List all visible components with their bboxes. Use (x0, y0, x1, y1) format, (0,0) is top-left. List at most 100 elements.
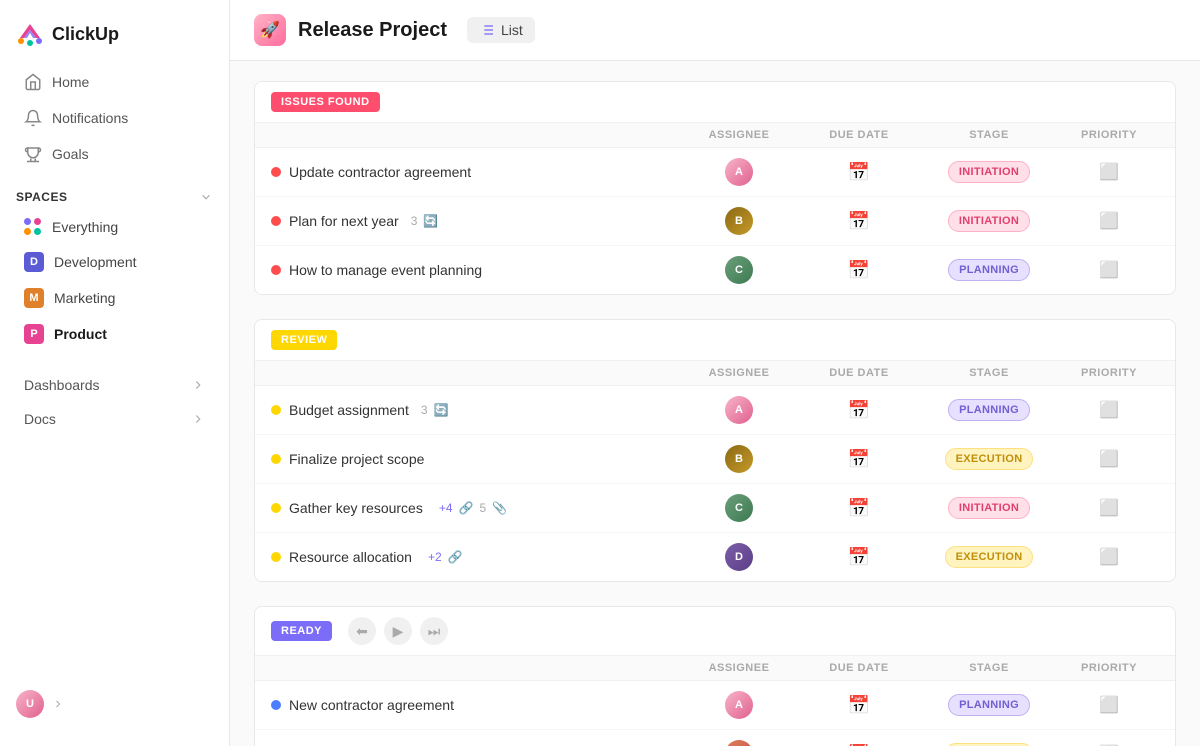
task-name[interactable]: Resource allocation (289, 549, 412, 565)
assignee-cell: B (679, 207, 799, 235)
task-name[interactable]: Update contractor agreement (289, 164, 471, 180)
due-date-cell[interactable]: 📅 (799, 547, 919, 568)
assignee-cell: A (679, 396, 799, 424)
task-meta: +4 🔗 5 📎 (435, 501, 507, 515)
due-date-cell[interactable]: 📅 (799, 449, 919, 470)
sidebar-item-marketing[interactable]: M Marketing (8, 281, 221, 315)
col-headers-ready: ASSIGNEE DUE DATE STAGE PRIORITY (255, 656, 1175, 681)
task-name[interactable]: Finalize project scope (289, 451, 424, 467)
task-count: 3 (421, 403, 428, 417)
priority-icon: ⬜ (1099, 449, 1119, 469)
stage-badge[interactable]: INITIATION (948, 497, 1030, 519)
col-stage: STAGE (919, 129, 1059, 141)
task-name[interactable]: New contractor agreement (289, 697, 454, 713)
due-date-cell[interactable]: 📅 (799, 211, 919, 232)
view-selector[interactable]: List (467, 17, 535, 43)
sidebar-everything-label: Everything (52, 219, 118, 235)
content-area: ISSUES FOUND ASSIGNEE DUE DATE STAGE PRI… (230, 61, 1200, 746)
stage-badge[interactable]: PLANNING (948, 259, 1030, 281)
project-icon: 🚀 (254, 14, 286, 46)
sidebar-item-home[interactable]: Home (8, 65, 221, 99)
due-date-cell[interactable]: 📅 (799, 260, 919, 281)
toolbar-btn-3[interactable]: ⏭ (420, 617, 448, 645)
stage-badge[interactable]: INITIATION (948, 161, 1030, 183)
due-date-cell[interactable]: 📅 (799, 162, 919, 183)
sidebar-development-label: Development (54, 254, 137, 270)
group-toolbar: ⬅ ▶ ⏭ (348, 617, 1159, 645)
stage-cell: INITIATION (919, 210, 1059, 232)
task-name[interactable]: How to manage event planning (289, 262, 482, 278)
avatar: B (725, 207, 753, 235)
table-row: Finalize project scope B 📅 EXECUTION ⬜ (255, 435, 1175, 484)
stage-badge[interactable]: PLANNING (948, 399, 1030, 421)
priority-cell: ⬜ (1059, 211, 1159, 231)
group-ready-header: READY ⬅ ▶ ⏭ (255, 607, 1175, 656)
sidebar-item-goals[interactable]: Goals (8, 137, 221, 171)
main-content: 🚀 Release Project List ISSUES FOUND ASSI… (230, 0, 1200, 746)
sidebar-item-development[interactable]: D Development (8, 245, 221, 279)
col-assignee: ASSIGNEE (679, 662, 799, 674)
task-name-cell: Budget assignment 3 🔄 (271, 402, 679, 418)
sidebar-item-everything[interactable]: Everything (8, 211, 221, 243)
task-name-cell: Finalize project scope (271, 451, 679, 467)
group-review-badge: REVIEW (271, 330, 337, 350)
task-name[interactable]: Gather key resources (289, 500, 423, 516)
priority-icon: ⬜ (1099, 547, 1119, 567)
stage-badge[interactable]: PLANNING (948, 694, 1030, 716)
due-date-cell[interactable]: 📅 (799, 498, 919, 519)
avatar: A (725, 396, 753, 424)
stage-badge[interactable]: EXECUTION (945, 546, 1034, 568)
sidebar-dashboards-label: Dashboards (24, 377, 100, 393)
calendar-icon: 📅 (848, 400, 870, 421)
sidebar-item-product[interactable]: P Product (8, 317, 221, 351)
col-duedate: DUE DATE (799, 662, 919, 674)
priority-cell: ⬜ (1059, 498, 1159, 518)
app-name: ClickUp (52, 24, 119, 45)
group-issues-badge: ISSUES FOUND (271, 92, 380, 112)
sidebar-notifications-label: Notifications (52, 110, 128, 126)
list-icon (479, 22, 495, 38)
task-status-dot (271, 265, 281, 275)
due-date-cell[interactable]: 📅 (799, 400, 919, 421)
calendar-icon: 📅 (848, 260, 870, 281)
priority-icon: ⬜ (1099, 695, 1119, 715)
everything-icon (24, 218, 42, 236)
task-name-cell: Gather key resources +4 🔗 5 📎 (271, 500, 679, 516)
task-name-cell: New contractor agreement (271, 697, 679, 713)
refresh-icon: 🔄 (423, 214, 438, 228)
task-name[interactable]: Budget assignment (289, 402, 409, 418)
task-status-dot (271, 216, 281, 226)
group-issues: ISSUES FOUND ASSIGNEE DUE DATE STAGE PRI… (254, 81, 1176, 295)
task-name[interactable]: Plan for next year (289, 213, 399, 229)
priority-cell: ⬜ (1059, 547, 1159, 567)
priority-cell: ⬜ (1059, 260, 1159, 280)
task-status-dot (271, 700, 281, 710)
priority-icon: ⬜ (1099, 400, 1119, 420)
col-priority: PRIORITY (1059, 367, 1159, 379)
table-row: How to manage event planning C 📅 PLANNIN… (255, 246, 1175, 294)
user-avatar: U (16, 690, 44, 718)
topbar: 🚀 Release Project List (230, 0, 1200, 61)
task-meta: 3 🔄 (421, 403, 449, 417)
marketing-icon: M (24, 288, 44, 308)
sidebar-item-notifications[interactable]: Notifications (8, 101, 221, 135)
stage-badge[interactable]: EXECUTION (945, 448, 1034, 470)
group-ready-badge: READY (271, 621, 332, 641)
product-icon: P (24, 324, 44, 344)
task-meta: 3 🔄 (411, 214, 439, 228)
priority-cell: ⬜ (1059, 449, 1159, 469)
calendar-icon: 📅 (848, 547, 870, 568)
task-status-dot (271, 552, 281, 562)
bell-icon (24, 109, 42, 127)
toolbar-btn-2[interactable]: ▶ (384, 617, 412, 645)
due-date-cell[interactable]: 📅 (799, 695, 919, 716)
priority-cell: ⬜ (1059, 162, 1159, 182)
link-icon: 🔗 (459, 501, 474, 515)
user-avatar-row[interactable]: U (0, 682, 229, 726)
sidebar-item-docs[interactable]: Docs (8, 403, 221, 435)
toolbar-btn-1[interactable]: ⬅ (348, 617, 376, 645)
col-duedate: DUE DATE (799, 367, 919, 379)
sidebar-bottom: U (0, 674, 229, 734)
stage-badge[interactable]: INITIATION (948, 210, 1030, 232)
sidebar-item-dashboards[interactable]: Dashboards (8, 369, 221, 401)
